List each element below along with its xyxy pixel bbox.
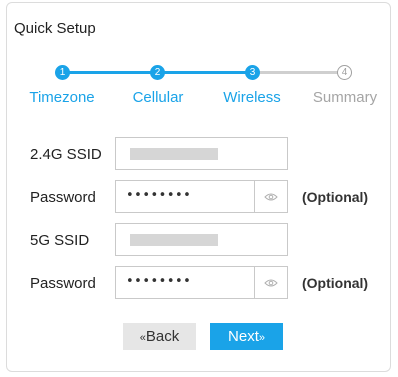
ssid-5-input[interactable]: [115, 223, 288, 256]
eye-icon[interactable]: [264, 190, 278, 204]
ssid-5-value-redacted: [130, 234, 218, 246]
password-24-value: ••••••••: [126, 188, 192, 203]
ssid-5-label: 5G SSID: [30, 232, 90, 249]
password-24-label: Password: [30, 189, 96, 206]
next-arrow-icon: »: [258, 332, 265, 344]
ssid-24-input[interactable]: [115, 137, 288, 170]
back-button-label: Back: [145, 328, 180, 345]
next-button-label: Next: [228, 328, 259, 345]
ssid-24-value-redacted: [130, 148, 218, 160]
page-title: Quick Setup: [14, 20, 96, 37]
password-5-input[interactable]: ••••••••: [115, 266, 288, 299]
password-24-optional-note: (Optional): [302, 189, 369, 205]
step-connector-3: [252, 71, 344, 74]
step-1-label: Timezone: [29, 89, 95, 106]
step-connector-1: [62, 71, 157, 74]
ssid-24-label: 2.4G SSID: [30, 146, 102, 163]
password-24-divider: [254, 181, 255, 212]
step-connector-2: [157, 71, 252, 74]
back-button[interactable]: «Back: [123, 323, 196, 350]
step-2-dot: 2: [150, 65, 165, 80]
eye-icon[interactable]: [264, 276, 278, 290]
password-5-divider: [254, 267, 255, 298]
password-5-value: ••••••••: [126, 274, 192, 289]
password-24-input[interactable]: ••••••••: [115, 180, 288, 213]
password-5-optional-note: (Optional): [302, 275, 369, 291]
password-5-label: Password: [30, 275, 96, 292]
step-3-label: Wireless: [223, 89, 281, 106]
next-button[interactable]: Next»: [210, 323, 283, 350]
step-3-dot: 3: [245, 65, 260, 80]
step-2-label: Cellular: [132, 89, 184, 106]
step-1-dot: 1: [55, 65, 70, 80]
step-4-label: Summary: [312, 89, 378, 106]
step-4-dot: 4: [337, 65, 352, 80]
